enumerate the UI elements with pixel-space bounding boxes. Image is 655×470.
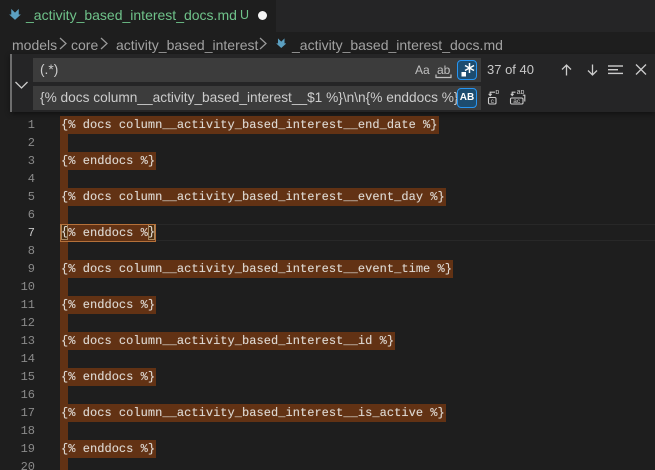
svg-text:ac: ac xyxy=(513,98,521,105)
svg-text:ab: ab xyxy=(516,90,524,96)
svg-text:b: b xyxy=(495,90,499,96)
